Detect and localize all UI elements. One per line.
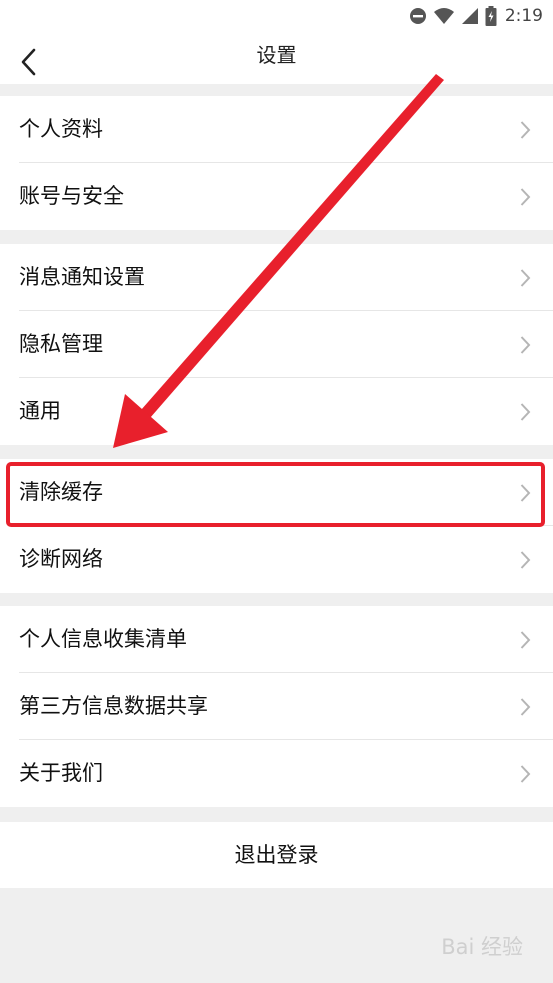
- settings-item-label: 消息通知设置: [19, 265, 145, 289]
- settings-item-label: 关于我们: [19, 761, 103, 785]
- page-title: 设置: [256, 43, 297, 67]
- settings-item-label: 第三方信息数据共享: [19, 694, 208, 718]
- settings-item-label: 个人资料: [19, 117, 103, 141]
- settings-item-profile[interactable]: 个人资料: [0, 96, 553, 163]
- chevron-right-icon: [520, 765, 531, 783]
- settings-item-label: 清除缓存: [19, 480, 103, 504]
- nav-bar: 设置: [0, 32, 553, 84]
- chevron-right-icon: [520, 188, 531, 206]
- settings-item-clear-cache[interactable]: 清除缓存: [0, 459, 553, 526]
- settings-item-notifications[interactable]: 消息通知设置: [0, 244, 553, 311]
- settings-item-label: 个人信息收集清单: [19, 627, 187, 651]
- chevron-right-icon: [520, 631, 531, 649]
- logout-button[interactable]: 退出登录: [0, 822, 553, 888]
- settings-item-label: 隐私管理: [19, 332, 103, 356]
- back-button[interactable]: [14, 42, 48, 76]
- wifi-icon: [433, 7, 455, 25]
- settings-item-label: 通用: [19, 399, 61, 423]
- chevron-right-icon: [520, 403, 531, 421]
- settings-item-label: 账号与安全: [19, 184, 124, 208]
- status-icons: 2:19: [409, 4, 543, 28]
- chevron-right-icon: [520, 121, 531, 139]
- settings-item-about-us[interactable]: 关于我们: [0, 740, 553, 807]
- chevron-right-icon: [520, 336, 531, 354]
- chevron-right-icon: [520, 698, 531, 716]
- settings-group-info: 个人信息收集清单 第三方信息数据共享 关于我们: [0, 606, 553, 807]
- chevron-left-icon: [21, 48, 36, 76]
- settings-item-privacy[interactable]: 隐私管理: [0, 311, 553, 378]
- chevron-right-icon: [520, 484, 531, 502]
- settings-item-third-party-sharing[interactable]: 第三方信息数据共享: [0, 673, 553, 740]
- settings-group-account: 个人资料 账号与安全: [0, 96, 553, 230]
- status-time: 2:19: [504, 6, 543, 26]
- chevron-right-icon: [520, 551, 531, 569]
- settings-item-personal-info-list[interactable]: 个人信息收集清单: [0, 606, 553, 673]
- settings-group-storage: 清除缓存 诊断网络: [0, 459, 553, 593]
- settings-group-general: 消息通知设置 隐私管理 通用: [0, 244, 553, 445]
- settings-item-account-security[interactable]: 账号与安全: [0, 163, 553, 230]
- signal-icon: [461, 7, 479, 25]
- settings-item-label: 诊断网络: [19, 547, 103, 571]
- battery-charging-icon: [485, 6, 497, 26]
- settings-item-general[interactable]: 通用: [0, 378, 553, 445]
- settings-item-network-diagnosis[interactable]: 诊断网络: [0, 526, 553, 593]
- baidu-jingyan-watermark: Bai 经验: [441, 935, 523, 959]
- do-not-disturb-icon: [409, 7, 427, 25]
- status-bar: 2:19: [0, 0, 553, 32]
- chevron-right-icon: [520, 269, 531, 287]
